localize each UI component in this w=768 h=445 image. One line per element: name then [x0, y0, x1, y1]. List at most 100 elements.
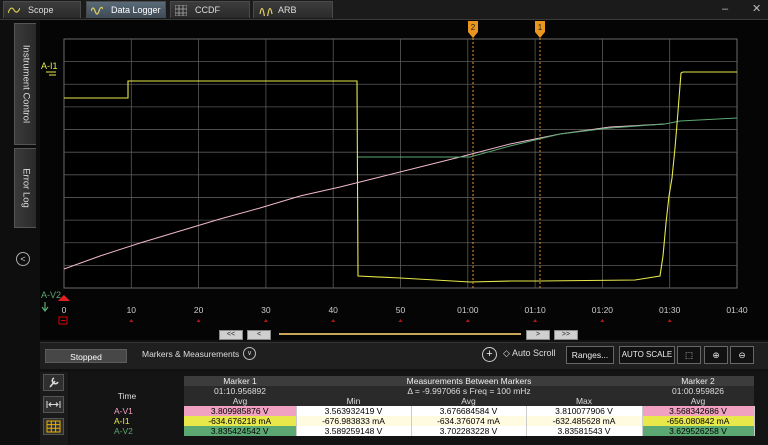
marker2-time: 01:00.959826 — [642, 386, 754, 396]
x-tick-marker — [263, 319, 268, 322]
zoom-out-button[interactable]: ⊖ — [730, 346, 754, 364]
x-tick-label: 0 — [62, 305, 67, 315]
max-value: 3.83581543 V — [526, 426, 643, 436]
x-tick-label: 01:20 — [592, 305, 614, 315]
tab-scope[interactable]: Scope — [3, 1, 81, 18]
marker2-value: 3.568342686 V — [642, 406, 755, 416]
marker1-value: 3.809985876 V — [184, 406, 297, 416]
close-button[interactable]: ✕ — [752, 3, 761, 15]
chevron-down-icon[interactable]: ∨ — [243, 347, 256, 360]
max-label: Max — [526, 396, 642, 406]
max-value: 3.810077906 V — [526, 406, 643, 416]
chart-svg[interactable]: 2 1 A-I1 A-V2 0 10 20 30 40 50 01:00 01:10 01:20… — [40, 20, 768, 340]
marker1-avg-label: Avg — [184, 396, 296, 406]
avg-label: Avg — [411, 396, 526, 406]
instrument-control-tab[interactable]: Instrument Control — [14, 23, 36, 145]
measurement-row: A-V1 3.809985876 V 3.563932419 V 3.67668458… — [70, 406, 755, 416]
add-marker-icon[interactable]: + — [482, 347, 497, 362]
min-label: Min — [296, 396, 411, 406]
x-tick-label: 01:40 — [726, 305, 748, 315]
x-tick-marker — [129, 319, 134, 322]
min-value: -676.983833 mA — [296, 416, 412, 426]
control-bar: Stopped Markers & Measurements ∨ + ◇ Aut… — [40, 342, 768, 369]
measurement-tools — [40, 372, 68, 445]
current-ground-icon — [46, 71, 56, 76]
tab-data-logger[interactable]: Data Logger — [86, 1, 166, 18]
x-axis-ticks: 0 10 20 30 40 50 01:00 01:10 01:20 01:30 01:40 — [62, 305, 748, 322]
marker1-value: -634.676218 mA — [184, 416, 297, 426]
fit-button[interactable] — [43, 396, 64, 413]
marker-1-handle[interactable]: 1 — [535, 21, 545, 38]
x-tick-label: 01:10 — [524, 305, 546, 315]
ccdf-grid-icon — [175, 5, 187, 16]
status-stopped-button[interactable]: Stopped — [45, 349, 127, 363]
label-a-i1: A-I1 — [41, 61, 58, 71]
marker-1-label: 1 — [538, 23, 543, 32]
side-panel: Instrument Control Error Log < — [0, 20, 40, 445]
x-tick-marker — [667, 319, 672, 322]
zoom-box-button[interactable]: ⬚ — [677, 346, 701, 364]
x-tick-label: 01:30 — [659, 305, 681, 315]
x-tick-marker — [600, 319, 605, 322]
zoom-box-icon: ⬚ — [684, 350, 694, 360]
marker1-header: Marker 1 — [184, 376, 296, 386]
scroll-first-button[interactable]: << — [219, 330, 243, 340]
grid-icon — [46, 420, 61, 433]
tab-bar: Scope Data Logger CCDF ARB – ✕ — [0, 0, 768, 20]
channel-name: A-V2 — [114, 426, 133, 436]
marker1-time: 01:10.956892 — [184, 386, 296, 396]
scroll-next-button[interactable]: > — [526, 330, 550, 340]
tab-arb[interactable]: ARB — [253, 1, 333, 18]
measurement-row: A-V2 3.835424542 V 3.589259148 V 3.70228322… — [70, 426, 755, 436]
max-value: -632.485628 mA — [526, 416, 643, 426]
error-log-tab[interactable]: Error Log — [14, 148, 36, 228]
x-tick-marker — [465, 319, 470, 322]
arb-wave-icon — [259, 7, 273, 16]
expand-horizontal-icon — [46, 401, 61, 408]
channel-name: A-V1 — [114, 406, 133, 416]
x-tick-marker — [533, 319, 538, 322]
collapse-sidebar-icon[interactable]: < — [16, 252, 30, 266]
x-tick-label: 01:00 — [457, 305, 479, 315]
channel-name: A-I1 — [114, 416, 130, 426]
zoom-in-button[interactable]: ⊕ — [704, 346, 728, 364]
marker-2-handle[interactable]: 2 — [468, 21, 478, 38]
label-a-v2: A-V2 — [41, 290, 61, 300]
scroll-prev-button[interactable]: < — [247, 330, 271, 340]
minimize-button[interactable]: – — [722, 3, 728, 15]
between-info: Δ = -9.997066 s Freq = 100 mHz — [296, 386, 642, 396]
x-tick-label: 30 — [261, 305, 271, 315]
shield-icon: ◇ — [503, 348, 510, 358]
markers-measurements-label[interactable]: Markers & Measurements — [142, 349, 239, 359]
x-tick-label: 40 — [328, 305, 338, 315]
x-tick-label: 10 — [127, 305, 137, 315]
avg-value: 3.676684584 V — [411, 406, 527, 416]
min-value: 3.563932419 V — [296, 406, 412, 416]
x-tick-marker — [331, 319, 336, 322]
datalogger-wave-icon — [91, 6, 103, 15]
zoom-in-icon: ⊕ — [712, 350, 720, 360]
marker2-value: 3.629526258 V — [642, 426, 755, 436]
voltage-down-arrow-icon — [41, 302, 49, 312]
marker2-avg-label: Avg — [642, 396, 754, 406]
wrench-icon — [49, 377, 59, 388]
marker1-value: 3.835424542 V — [184, 426, 297, 436]
min-value: 3.589259148 V — [296, 426, 412, 436]
ranges-button[interactable]: Ranges... — [566, 346, 614, 364]
measurement-row: A-I1 -634.676218 mA -676.983833 mA -634.376… — [70, 416, 755, 426]
scope-wave-icon — [8, 7, 20, 14]
zoom-out-icon: ⊖ — [738, 350, 746, 360]
x-tick-marker — [398, 319, 403, 322]
wrench-button[interactable] — [43, 374, 64, 391]
x-tick-label: 50 — [396, 305, 406, 315]
auto-scroll-toggle[interactable]: ◇ Auto Scroll — [503, 348, 555, 359]
grid-button[interactable] — [43, 418, 64, 435]
marker2-value: -656.080842 mA — [642, 416, 755, 426]
scroll-last-button[interactable]: >> — [554, 330, 578, 340]
avg-value: -634.376074 mA — [411, 416, 527, 426]
tab-ccdf[interactable]: CCDF — [170, 1, 250, 18]
chart-area[interactable]: 2 1 A-I1 A-V2 0 10 20 30 40 50 01:00 01:10 01:20… — [40, 20, 768, 340]
measurements-table: Marker 1 Measurements Between Markers Ma… — [70, 372, 768, 445]
auto-scale-button[interactable]: AUTO SCALE — [619, 346, 675, 364]
between-header: Measurements Between Markers — [296, 376, 642, 386]
